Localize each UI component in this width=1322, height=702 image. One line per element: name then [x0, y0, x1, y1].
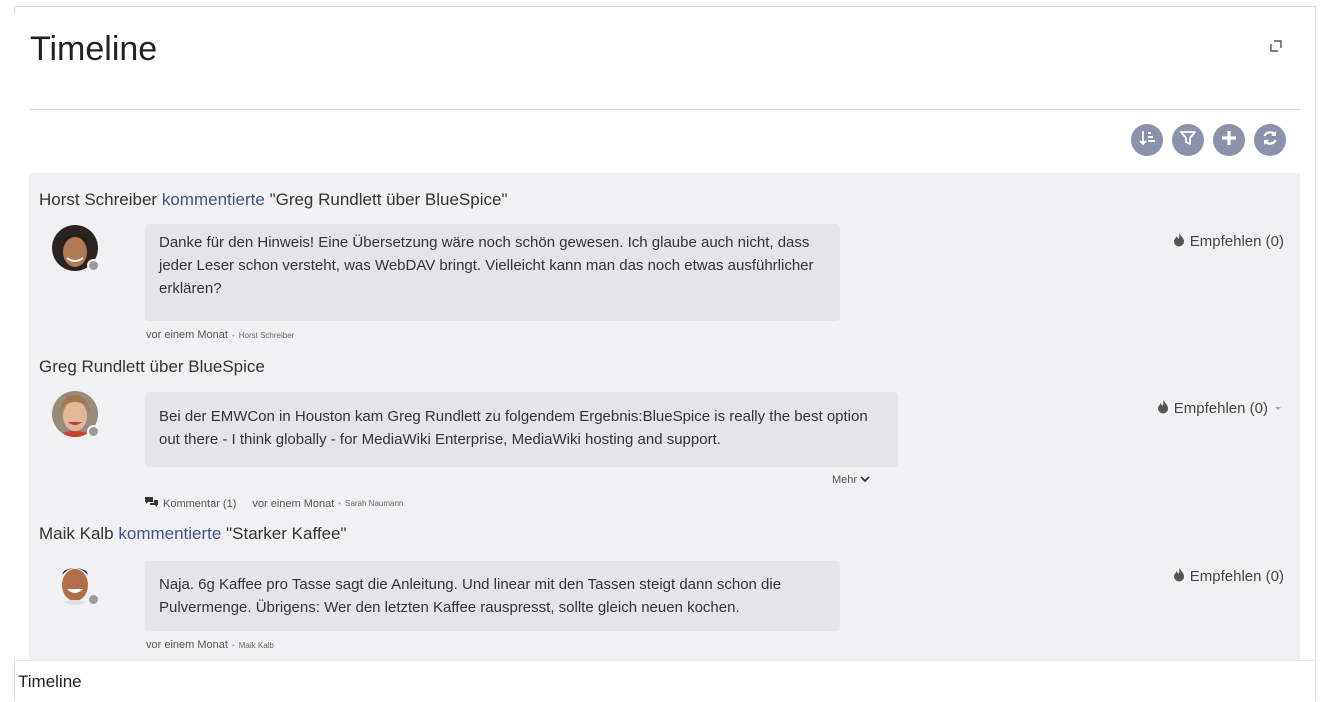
recommend-label: Empfehlen (0) [1189, 568, 1284, 585]
post-text: Bei der EMWCon in Houston kam Greg Rundl… [159, 408, 868, 448]
expand-icon[interactable] [1268, 38, 1284, 54]
flame-icon [1172, 567, 1186, 586]
meta-author[interactable]: Sarah Naumann [345, 499, 403, 508]
sort-button[interactable] [1131, 124, 1163, 156]
entry-target-link[interactable]: "Greg Rundlett über BlueSpice" [270, 190, 508, 209]
entry-author-link[interactable]: Horst Schreiber [39, 190, 157, 209]
header-divider [29, 109, 1300, 110]
recommend-button[interactable]: Empfehlen (0) [1172, 232, 1284, 251]
entry-title: Horst Schreiber kommentierte "Greg Rundl… [39, 190, 508, 210]
entry-time[interactable]: vor einem Monat [146, 329, 228, 341]
comments-link[interactable]: Kommentar (1) [163, 498, 236, 510]
image-caption: Timeline [18, 672, 82, 691]
chevron-down-icon [860, 474, 870, 486]
entry-meta: Kommentar (1) vor einem Monat • Sarah Na… [144, 496, 403, 511]
post-bubble: Bei der EMWCon in Houston kam Greg Rundl… [145, 392, 898, 467]
meta-separator: • [338, 499, 342, 508]
filter-icon [1179, 129, 1197, 152]
comment-icon [144, 496, 159, 511]
entry-action-link[interactable]: kommentierte [162, 190, 265, 209]
meta-separator: • [231, 330, 235, 340]
recommend-button[interactable]: Empfehlen (0) [1156, 399, 1284, 418]
page-title: Timeline [30, 30, 158, 68]
entry-meta: vor einem Monat • Horst Schreiber [146, 329, 294, 341]
add-button[interactable] [1213, 124, 1245, 156]
entry-time[interactable]: vor einem Monat [146, 639, 228, 651]
entry-target-link[interactable]: "Starker Kaffee" [226, 524, 346, 543]
recommend-label: Empfehlen (0) [1173, 400, 1268, 417]
refresh-icon [1261, 129, 1279, 152]
entry-meta: vor einem Monat • Maik Kalb [146, 639, 274, 651]
entry-action-link[interactable]: kommentierte [118, 524, 221, 543]
entry-title: Maik Kalb kommentierte "Starker Kaffee" [39, 524, 347, 544]
more-button[interactable]: Mehr [832, 474, 870, 486]
entry-time[interactable]: vor einem Monat [252, 498, 334, 510]
status-dot [87, 425, 100, 438]
recommend-label: Empfehlen (0) [1189, 233, 1284, 250]
more-label: Mehr [832, 474, 858, 486]
meta-author[interactable]: Horst Schreiber [239, 331, 295, 340]
recommend-button[interactable]: Empfehlen (0) [1172, 567, 1284, 586]
status-dot [87, 593, 100, 606]
entry-author-link[interactable]: Maik Kalb [39, 524, 114, 543]
flame-icon [1172, 232, 1186, 251]
entry-title[interactable]: Greg Rundlett über BlueSpice [39, 357, 265, 377]
add-icon [1220, 129, 1238, 152]
caption-divider [14, 660, 1316, 661]
meta-separator: • [231, 640, 235, 650]
flame-icon [1156, 399, 1170, 418]
timeline-widget: Timeline Horst Schreiber kommentierte "G… [14, 14, 1314, 660]
meta-author[interactable]: Maik Kalb [239, 641, 274, 650]
refresh-button[interactable] [1254, 124, 1286, 156]
comment-bubble: Naja. 6g Kaffee pro Tasse sagt die Anlei… [145, 561, 840, 631]
comment-bubble: Danke für den Hinweis! Eine Übersetzung … [145, 224, 840, 321]
filter-button[interactable] [1172, 124, 1204, 156]
comment-text: Naja. 6g Kaffee pro Tasse sagt die Anlei… [159, 576, 782, 616]
sort-icon [1138, 129, 1156, 152]
comment-text: Danke für den Hinweis! Eine Übersetzung … [159, 234, 814, 297]
caret-down-icon[interactable] [1272, 400, 1284, 417]
timeline-toolbar [1131, 124, 1286, 156]
timeline-feed: Horst Schreiber kommentierte "Greg Rundl… [29, 173, 1300, 660]
status-dot [87, 259, 100, 272]
